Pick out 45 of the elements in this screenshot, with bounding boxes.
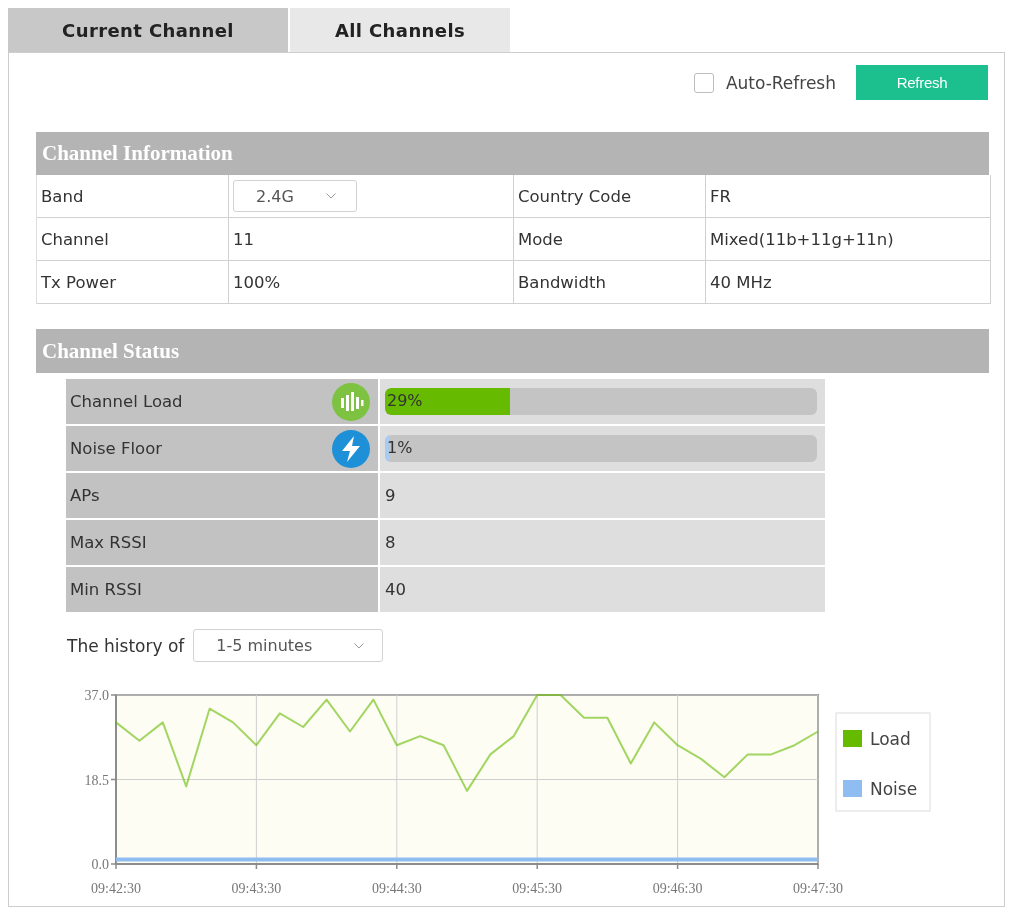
checkbox[interactable] [693, 72, 714, 93]
axis-tick-label: 09:44:30 [371, 881, 422, 896]
status-label: APs [66, 473, 378, 518]
tab[interactable]: All Channels [290, 8, 510, 52]
legend-label: Load [870, 729, 911, 749]
status-label: Max RSSI [66, 520, 378, 565]
status-value: 8 [380, 520, 825, 565]
chevron-down-icon [354, 642, 365, 649]
lightning-icon [332, 429, 370, 468]
field-value: Mixed(11b+11g+11n) [706, 218, 991, 261]
axis-tick-label: 09:43:30 [231, 881, 282, 896]
status-value: 9 [380, 473, 825, 518]
section-header: Channel Information [36, 132, 989, 175]
chevron-down-icon [326, 193, 336, 199]
dropdown[interactable]: 2.4G [233, 180, 357, 212]
field-label: Band [37, 175, 229, 218]
axis-tick-label: 09:42:30 [91, 881, 141, 896]
dropdown[interactable]: 1-5 minutes [193, 629, 384, 662]
field-label: Mode [514, 218, 706, 261]
field-label: Bandwidth [514, 261, 706, 304]
legend-label: Noise [870, 779, 918, 799]
progress-reading: 29% [387, 391, 423, 410]
status-label: Noise Floor [70, 439, 163, 458]
status-value: 40 [380, 567, 825, 612]
axis-tick-label: 37.0 [84, 688, 109, 703]
status-label: Min RSSI [66, 567, 378, 612]
field-label: Tx Power [37, 261, 229, 304]
progress-reading: 1% [387, 438, 413, 457]
field-value: FR [706, 175, 991, 218]
bar-chart-icon [332, 382, 370, 421]
field-value: 11 [229, 218, 514, 261]
checkbox-label[interactable]: Auto-Refresh [725, 72, 836, 93]
field-value: 100% [229, 261, 514, 304]
axis-tick-label: 09:47:30 [793, 881, 843, 896]
field-label: Channel [37, 218, 229, 261]
status-label: Channel Load [70, 392, 183, 411]
axis-tick-label: 18.5 [84, 772, 109, 788]
field-label: Country Code [514, 175, 706, 218]
axis-tick-label: 09:45:30 [512, 881, 563, 896]
history-label: The history of [67, 635, 185, 656]
section-header: Channel Status [36, 329, 989, 373]
axis-tick-label: 09:46:30 [652, 881, 703, 896]
field-value: 40 MHz [706, 261, 991, 304]
axis-tick-label: 0.0 [91, 857, 109, 872]
tab[interactable]: Current Channel [8, 8, 288, 52]
